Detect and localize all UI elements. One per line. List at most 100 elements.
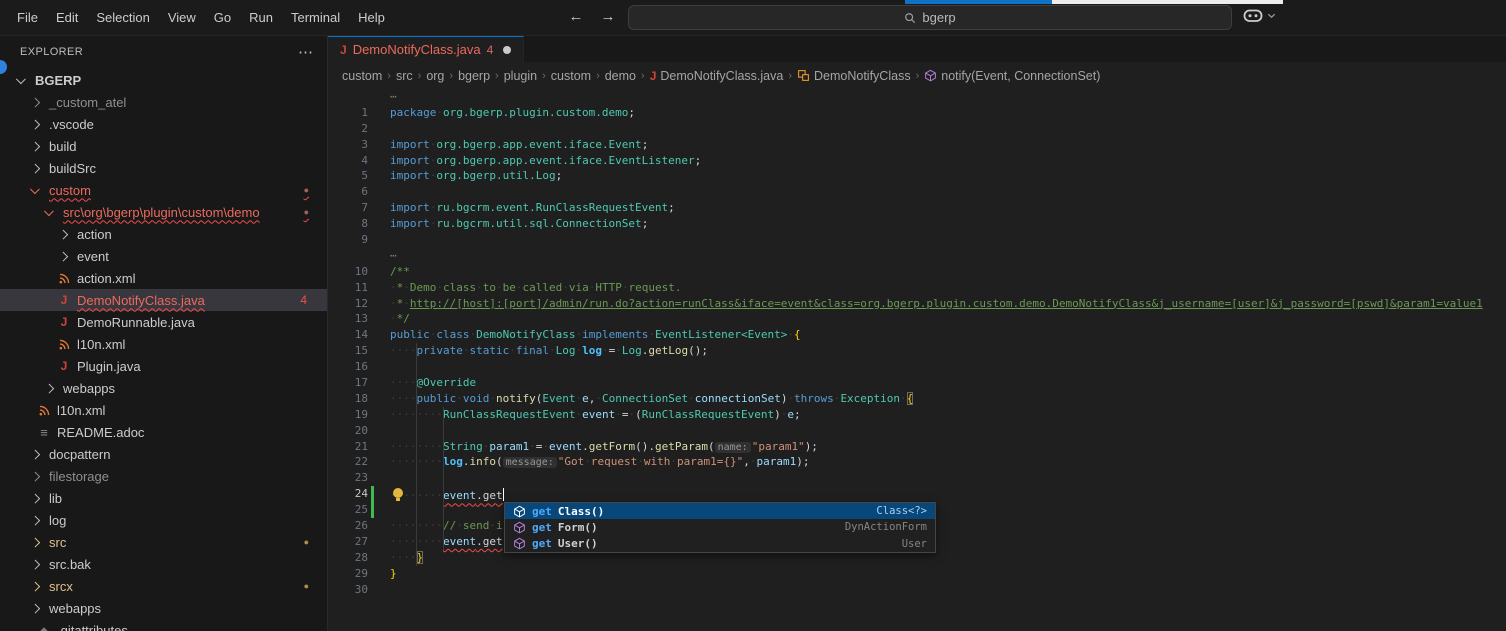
code-line-18[interactable]: 18····public·void·notify(Event·e,·Connec… [328,391,1506,407]
tree-item-label: action.xml [77,271,136,286]
tab-modified-dot[interactable] [503,46,511,54]
java-file-icon: J [340,43,347,57]
tree-item-src-org-bgerp-plugin-custom-demo[interactable]: src\org\bgerp\plugin\custom\demo● [0,201,327,223]
menu-go[interactable]: Go [205,0,240,35]
tab-demonotifyclass[interactable]: J DemoNotifyClass.java 4 [328,35,524,62]
suggest-item-getclass[interactable]: getClass()Class<?> [505,503,935,519]
line-content: ········RunClassRequestEvent·event·=·(Ru… [368,407,801,423]
code-line-7[interactable]: 7import·ru.bgcrm.event.RunClassRequestEv… [328,200,1506,216]
tree-item-src[interactable]: src● [0,531,327,553]
command-center-search[interactable]: bgerp [628,5,1232,30]
menu-edit[interactable]: Edit [47,0,87,35]
tree-item-label: src [49,535,66,550]
chevron-down-icon [28,182,44,198]
tree-item-srcx[interactable]: srcx● [0,575,327,597]
menu-terminal[interactable]: Terminal [282,0,349,35]
code-line-9[interactable]: 9 [328,232,1506,248]
code-line-5[interactable]: 5import·org.bgerp.util.Log; [328,168,1506,184]
back-button[interactable]: ← [564,6,588,28]
tree-item-buildsrc[interactable]: buildSrc [0,157,327,179]
tree-item-docpattern[interactable]: docpattern [0,443,327,465]
code-line-1[interactable]: 1package·org.bgerp.plugin.custom.demo; [328,105,1506,121]
git-modified-dot: ● [304,185,309,195]
breadcrumb-item-src[interactable]: src [396,69,413,83]
menu-selection[interactable]: Selection [87,0,158,35]
tree-item-label: l10n.xml [57,403,105,418]
code-line-3[interactable]: 3import·org.bgerp.app.event.iface.Event; [328,137,1506,153]
code-line-23[interactable]: 23 [328,470,1506,486]
tree-item-src-bak[interactable]: src.bak [0,553,327,575]
tree-item-filestorage[interactable]: filestorage [0,465,327,487]
code-line-6[interactable]: 6 [328,184,1506,200]
tree-item-readme-adoc[interactable]: ≡README.adoc [0,421,327,443]
suggest-label: Form() [558,521,598,534]
more-actions-button[interactable]: ⋯ [298,43,313,61]
breadcrumb-item-demonotifyclass[interactable]: DemoNotifyClass [797,69,911,83]
tree-item-label: Plugin.java [77,359,141,374]
tree-item-action-xml[interactable]: action.xml [0,267,327,289]
tree-item-log[interactable]: log [0,509,327,531]
code-line-21[interactable]: 21········String·param1·=·event.getForm(… [328,439,1506,455]
code-line-10[interactable]: 10/** [328,264,1506,280]
tree-item-plugin-java[interactable]: JPlugin.java [0,355,327,377]
menu-file[interactable]: File [8,0,47,35]
tree-item-lib[interactable]: lib [0,487,327,509]
menu-help[interactable]: Help [349,0,394,35]
tree-item-bgerp[interactable]: BGERP [0,69,327,91]
code-area[interactable]: ⋯1package·org.bgerp.plugin.custom.demo;2… [328,89,1506,631]
modified-lines-gutter-bar [371,486,374,518]
tree-item-event[interactable]: event [0,245,327,267]
tree-item-l10n-xml[interactable]: l10n.xml [0,333,327,355]
breadcrumb-item-plugin[interactable]: plugin [504,69,537,83]
code-line-8[interactable]: 8import·ru.bgcrm.util.sql.ConnectionSet; [328,216,1506,232]
tree-item-custom-atel[interactable]: _custom_atel [0,91,327,113]
code-line-22[interactable]: 22········log.info(message:"Got·request·… [328,454,1506,470]
suggest-match: get [532,537,552,550]
suggest-item-getuser[interactable]: getUser()User [505,536,935,552]
code-line-14[interactable]: 14public·class·DemoNotifyClass·implement… [328,327,1506,343]
tree-item-build[interactable]: build [0,135,327,157]
code-line-11[interactable]: 11·*·Demo·class·to·be·called·via·HTTP·re… [328,280,1506,296]
tree-item-action[interactable]: action [0,223,327,245]
code-line-13[interactable]: 13·*/ [328,311,1506,327]
code-line-30[interactable]: 30 [328,582,1506,598]
code-line-2[interactable]: 2 [328,121,1506,137]
copilot-button[interactable] [1243,7,1276,24]
code-line-fold[interactable]: ⋯ [328,248,1506,264]
tree-item-demorunnable-java[interactable]: JDemoRunnable.java [0,311,327,333]
menu-view[interactable]: View [159,0,205,35]
lightbulb-icon[interactable] [393,488,403,498]
breadcrumb-item-demonotifyclass-java[interactable]: JDemoNotifyClass.java [650,69,784,83]
tree-item-webapps[interactable]: webapps [0,597,327,619]
tree-item-label: .gitattributes [57,623,128,631]
tree-item-l10n-xml[interactable]: l10n.xml [0,399,327,421]
breadcrumb-item-notify-event-connectionset-[interactable]: notify(Event, ConnectionSet) [924,69,1100,83]
breadcrumb-item-bgerp[interactable]: bgerp [458,69,490,83]
code-line-12[interactable]: 12·*·http://[host]:[port]/admin/run.do?a… [328,296,1506,312]
code-line-fold[interactable]: ⋯ [328,89,1506,105]
breadcrumb-separator: › [542,70,546,82]
breadcrumb-item-org[interactable]: org [426,69,444,83]
breadcrumb-item-demo[interactable]: demo [605,69,636,83]
code-line-15[interactable]: 15····private·static·final·Log·log·=·Log… [328,343,1506,359]
breadcrumb-item-custom[interactable]: custom [551,69,591,83]
background-window-strip-white [1052,0,1283,4]
tree-item-webapps[interactable]: webapps [0,377,327,399]
tree-item-demonotifyclass-java[interactable]: JDemoNotifyClass.java4 [0,289,327,311]
code-line-4[interactable]: 4import·org.bgerp.app.event.iface.EventL… [328,153,1506,169]
code-line-20[interactable]: 20 [328,423,1506,439]
code-line-16[interactable]: 16 [328,359,1506,375]
menu-run[interactable]: Run [240,0,282,35]
tree-item-custom[interactable]: custom● [0,179,327,201]
code-line-24[interactable]: 24········event.get [328,486,1506,502]
forward-button[interactable]: → [596,6,620,28]
breadcrumb-item-custom[interactable]: custom [342,69,382,83]
code-line-29[interactable]: 29} [328,566,1506,582]
code-line-17[interactable]: 17····@Override [328,375,1506,391]
line-number: 16 [328,359,368,375]
tree-item-gitattributes[interactable]: ◆.gitattributes [0,619,327,631]
tree-item-vscode[interactable]: .vscode [0,113,327,135]
line-content: import·org.bgerp.app.event.iface.Event; [368,137,648,153]
code-line-19[interactable]: 19········RunClassRequestEvent·event·=·(… [328,407,1506,423]
suggest-item-getform[interactable]: getForm()DynActionForm [505,519,935,535]
